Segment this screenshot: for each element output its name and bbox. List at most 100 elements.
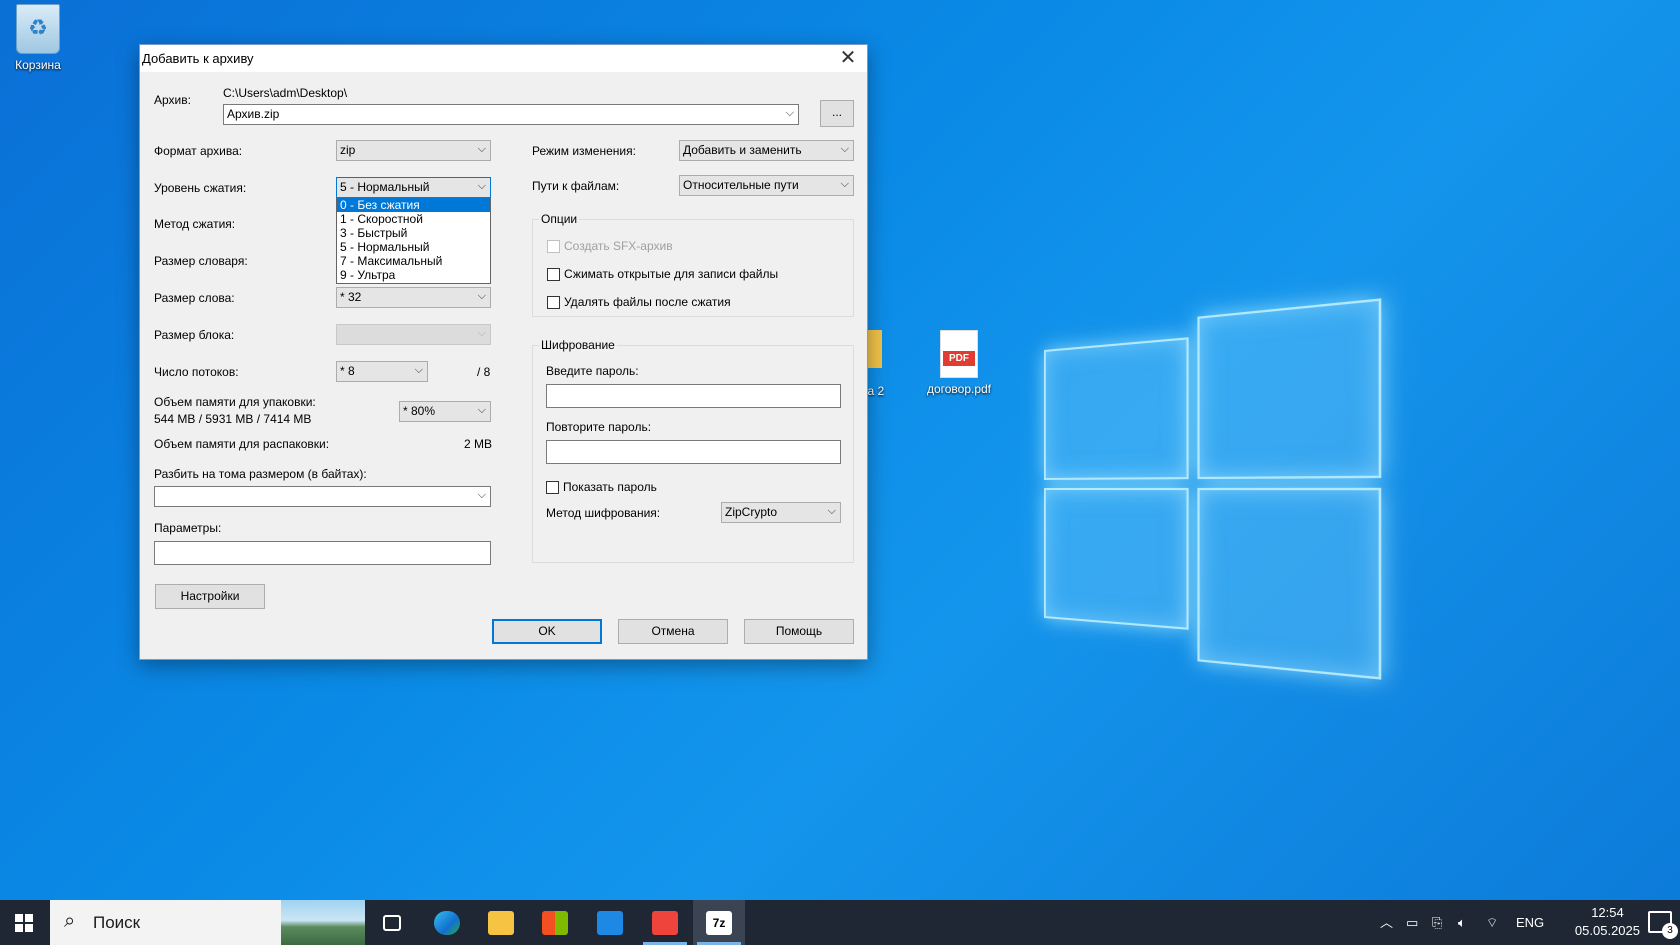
dropdown-option[interactable]: 1 - Скоростной — [337, 212, 490, 226]
search-icon: ⌕ — [64, 910, 76, 932]
encryption-title: Шифрование — [539, 338, 617, 352]
edge-icon — [434, 911, 460, 935]
taskbar-mail[interactable] — [584, 900, 636, 945]
pdf-file-label: договор.pdf — [926, 382, 992, 396]
cancel-button[interactable]: Отмена — [618, 619, 728, 644]
options-title: Опции — [539, 212, 580, 226]
block-label: Размер блока: — [154, 328, 235, 342]
clock[interactable]: 12:54 05.05.2025 — [1575, 904, 1640, 940]
chevron-down-icon: ⌵ — [477, 489, 486, 501]
desktop-icon-recycle-bin[interactable]: Корзина — [0, 4, 78, 72]
sfx-checkbox: Создать SFX-архив — [547, 239, 673, 255]
enc-method-label: Метод шифрования: — [546, 506, 661, 520]
pdf-file-icon: PDF — [940, 330, 978, 378]
params-input[interactable] — [154, 541, 491, 565]
password-repeat-label: Повторите пароль: — [546, 420, 652, 434]
level-combo[interactable]: 5 - Нормальный ⌵ — [336, 177, 491, 198]
enc-method-combo[interactable]: ZipCrypto ⌵ — [721, 502, 841, 523]
taskbar-edge[interactable] — [421, 900, 473, 945]
dropdown-option[interactable]: 3 - Быстрый — [337, 226, 490, 240]
recycle-bin-icon — [16, 4, 60, 54]
taskbar-store[interactable] — [529, 900, 581, 945]
paths-label: Пути к файлам: — [532, 179, 620, 193]
help-button[interactable]: Помощь — [744, 619, 854, 644]
mem-pack-detail: 544 MB / 5931 MB / 7414 MB — [154, 412, 312, 426]
close-icon[interactable]: ✕ — [837, 47, 859, 69]
battery-icon[interactable]: ▭ — [1406, 900, 1418, 945]
windows-wallpaper-logo — [1044, 298, 1382, 680]
volume-icon[interactable]: 🔈︎ — [1458, 900, 1466, 945]
archive-path: C:\Users\adm\Desktop\ — [223, 86, 348, 100]
taskbar-7zip[interactable]: 7z — [693, 900, 745, 945]
show-password-checkbox[interactable]: Показать пароль — [546, 480, 657, 496]
task-view-icon — [383, 915, 401, 931]
network-device-icon[interactable]: ⎘ — [1432, 900, 1442, 945]
dialog-titlebar[interactable]: Добавить к архиву ✕ — [140, 45, 867, 72]
level-dropdown-list[interactable]: 0 - Без сжатия 1 - Скоростной 3 - Быстры… — [336, 197, 491, 284]
recycle-bin-label: Корзина — [15, 58, 61, 72]
anydesk-icon — [652, 911, 678, 935]
ok-button[interactable]: OK — [492, 619, 602, 644]
checkbox-icon — [547, 296, 560, 310]
checkbox-icon — [547, 268, 560, 282]
chevron-down-icon: ⌵ — [477, 180, 486, 192]
settings-button[interactable]: Настройки — [155, 584, 265, 609]
split-volumes-combo[interactable]: ⌵ — [154, 486, 491, 507]
checkbox-icon — [547, 240, 560, 254]
method-label: Метод сжатия: — [154, 217, 236, 231]
dropdown-option[interactable]: 5 - Нормальный — [337, 240, 490, 254]
chevron-up-icon[interactable]: ︿ — [1380, 900, 1393, 945]
folder-icon — [488, 911, 514, 935]
taskbar-explorer[interactable] — [475, 900, 527, 945]
password-label: Введите пароль: — [546, 364, 639, 378]
checkbox-icon — [546, 481, 559, 495]
word-label: Размер слова: — [154, 291, 235, 305]
params-label: Параметры: — [154, 521, 222, 535]
notification-count-badge: 3 — [1662, 923, 1678, 939]
wifi-icon[interactable]: ⌔ — [1486, 900, 1498, 945]
mem-unpack-value: 2 MB — [464, 437, 493, 451]
delete-after-checkbox[interactable]: Удалять файлы после сжатия — [547, 295, 731, 311]
7zip-icon: 7z — [706, 911, 732, 935]
chevron-down-icon: ⌵ — [785, 107, 794, 119]
browse-button[interactable]: ... — [820, 100, 854, 127]
dropdown-option[interactable]: 9 - Ультра — [337, 268, 490, 282]
password-repeat-input[interactable] — [546, 440, 841, 464]
dropdown-option[interactable]: 7 - Максимальный — [337, 254, 490, 268]
desktop-icon-pdf[interactable]: PDF договор.pdf — [914, 330, 1004, 396]
clock-date: 05.05.2025 — [1574, 923, 1640, 938]
dict-label: Размер словаря: — [154, 254, 248, 268]
notification-center-button[interactable]: 3 — [1648, 911, 1678, 939]
chevron-down-icon: ⌵ — [840, 178, 849, 190]
dialog-title: Добавить к архиву — [142, 51, 254, 66]
compress-shared-checkbox[interactable]: Сжимать открытые для записи файлы — [547, 267, 778, 283]
chevron-down-icon: ⌵ — [477, 290, 486, 302]
language-indicator[interactable]: ENG — [1516, 900, 1544, 945]
mem-pack-combo[interactable]: * 80% ⌵ — [399, 401, 491, 422]
search-placeholder: Поиск — [93, 913, 141, 932]
archive-name-combo[interactable]: Архив.zip ⌵ — [223, 104, 799, 125]
taskbar-anydesk[interactable] — [639, 900, 691, 945]
threads-combo[interactable]: * 8 ⌵ — [336, 361, 428, 382]
update-mode-combo[interactable]: Добавить и заменить ⌵ — [679, 140, 854, 161]
taskbar-search[interactable]: ⌕ Поиск — [50, 900, 365, 945]
task-view-button[interactable] — [366, 900, 418, 945]
desktop-icon-folder[interactable]: ка 2 — [862, 330, 902, 398]
split-label: Разбить на тома размером (в байтах): — [154, 467, 367, 481]
mail-icon — [597, 911, 623, 935]
level-label: Уровень сжатия: — [154, 181, 247, 195]
mem-pack-label: Объем памяти для упаковки: — [154, 395, 316, 409]
password-input[interactable] — [546, 384, 841, 408]
dropdown-option[interactable]: 0 - Без сжатия — [337, 198, 490, 212]
word-size-combo[interactable]: * 32 ⌵ — [336, 287, 491, 308]
chevron-down-icon: ⌵ — [477, 327, 486, 339]
windows-icon — [15, 914, 33, 932]
clock-time: 12:54 — [1591, 905, 1624, 920]
taskbar: ⌕ Поиск 7z ︿ ▭ ⎘ 🔈︎ ⌔ ENG 12:54 05.05.20… — [0, 900, 1680, 945]
start-button[interactable] — [0, 900, 48, 945]
update-mode-label: Режим изменения: — [532, 144, 636, 158]
paths-combo[interactable]: Относительные пути ⌵ — [679, 175, 854, 196]
mem-unpack-label: Объем памяти для распаковки: — [154, 437, 330, 451]
format-combo[interactable]: zip ⌵ — [336, 140, 491, 161]
archive-label: Архив: — [154, 93, 191, 107]
